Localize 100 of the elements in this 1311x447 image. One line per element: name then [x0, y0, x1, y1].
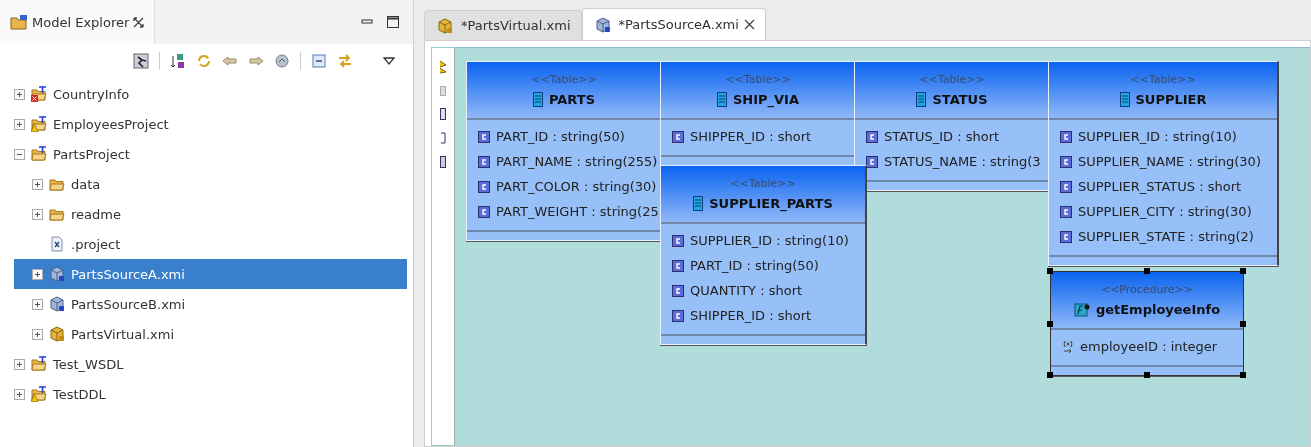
project-icon: [31, 356, 47, 372]
tree-item[interactable]: data: [14, 169, 407, 199]
column-icon: [478, 205, 490, 218]
stereotype-label: <<Table>>: [1130, 73, 1196, 86]
parameter-icon: [1062, 339, 1074, 354]
node-name: SUPPLIER: [1135, 92, 1207, 107]
column-label: STATUS_NAME : string(3: [884, 154, 1041, 169]
view-title: Model Explorer: [32, 14, 130, 30]
tree-item[interactable]: PartsVirtual.xmi: [14, 319, 407, 349]
close-icon[interactable]: [133, 16, 145, 28]
expand-icon[interactable]: [32, 208, 43, 220]
cube-icon: [49, 296, 65, 312]
expand-icon[interactable]: [32, 298, 43, 310]
table-node[interactable]: <<Table>> STATUS STATUS_ID : short STATUS_NAME : string(3: [854, 61, 1051, 191]
select-tool-icon[interactable]: [439, 60, 447, 74]
column-label: SUPPLIER_ID : string(10): [1078, 129, 1237, 144]
project-warning-icon: [31, 116, 47, 132]
tree-item[interactable]: .project: [14, 229, 407, 259]
column-tool-icon[interactable]: [440, 132, 446, 144]
procedure-tool-icon[interactable]: [440, 156, 446, 168]
column-icon: [672, 284, 684, 297]
column-icon: [672, 234, 684, 247]
tree-item[interactable]: CountryInfo: [14, 79, 407, 109]
view-menu-icon[interactable]: [383, 55, 395, 66]
column-icon: [672, 130, 684, 143]
column-label: SHIPPER_ID : short: [690, 129, 812, 144]
expand-icon[interactable]: [32, 328, 43, 340]
table-icon: [532, 92, 543, 107]
tree-item[interactable]: PartsProject: [14, 139, 407, 169]
column-icon: [478, 155, 490, 168]
column-label: SHIPPER_ID : short: [690, 308, 812, 323]
resize-handle[interactable]: [1240, 372, 1246, 378]
table-node[interactable]: <<Table>> SUPPLIER SUPPLIER_ID : string(10) SUPPLIER_NAME : string(30) SUPPLIER_STATUS : short SUPPLIER_CITY : string(30) SUPPLIER_STATE : string(2): [1048, 61, 1279, 266]
node-name: STATUS: [932, 92, 988, 107]
node-name: SUPPLIER_PARTS: [709, 196, 833, 211]
column-icon: [672, 259, 684, 272]
procedure-node[interactable]: <<Procedure>> getEmployeeInfo employeeID : integer: [1050, 271, 1244, 376]
column-label: QUANTITY : short: [690, 283, 803, 298]
resize-handle[interactable]: [1144, 268, 1150, 274]
cube-icon: [437, 17, 453, 34]
resize-handle[interactable]: [1047, 372, 1053, 378]
table-tool-icon[interactable]: [440, 108, 446, 120]
table-node[interactable]: <<Table>> SUPPLIER_PARTS SUPPLIER_ID : string(10) PART_ID : string(50) QUANTITY : short SHIPPER_ID : short: [660, 165, 867, 345]
cube-icon: [49, 326, 65, 342]
column-icon: [478, 130, 490, 143]
table-icon: [716, 92, 727, 107]
resize-handle[interactable]: [1144, 372, 1150, 378]
diagram-canvas[interactable]: [455, 47, 1310, 446]
column-label: STATUS_ID : short: [884, 129, 1000, 144]
resize-handle[interactable]: [1047, 320, 1053, 327]
table-icon: [1119, 92, 1130, 107]
table-node[interactable]: <<Table>> PARTS PART_ID : string(50) PART_NAME : string(255) PART_COLOR : string(30) PART_WEIGHT : string(25: [466, 61, 663, 241]
tree-item[interactable]: TestDDL: [14, 379, 407, 409]
tree-item[interactable]: readme: [14, 199, 407, 229]
file-icon: [49, 236, 65, 252]
column-label: SUPPLIER_ID : string(10): [690, 233, 849, 248]
column-icon: [1060, 155, 1072, 168]
stereotype-label: <<Table>>: [730, 177, 796, 190]
tree-item[interactable]: PartsSourceA.xmi: [14, 259, 407, 289]
node-name: PARTS: [548, 92, 596, 107]
column-label: SUPPLIER_NAME : string(30): [1078, 154, 1261, 169]
project-error-icon: [31, 86, 47, 102]
expand-icon[interactable]: [14, 118, 25, 130]
column-icon: [1060, 130, 1072, 143]
expand-icon[interactable]: [14, 88, 25, 100]
stereotype-label: <<Table>>: [725, 73, 791, 86]
expand-icon[interactable]: [32, 178, 43, 190]
column-label: PART_WEIGHT : string(25: [496, 204, 659, 219]
resize-handle[interactable]: [1240, 320, 1246, 327]
expand-icon[interactable]: [14, 358, 25, 370]
tree-item[interactable]: Test_WSDL: [14, 349, 407, 379]
tree-item[interactable]: PartsSourceB.xmi: [14, 289, 407, 319]
folder-icon: [49, 176, 65, 192]
column-icon: [1060, 205, 1072, 218]
collapse-icon[interactable]: [14, 148, 25, 160]
collapse-all-icon[interactable]: [311, 52, 327, 69]
column-label: SUPPLIER_CITY : string(30): [1078, 204, 1252, 219]
editor-tab[interactable]: *PartsSourceA.xmi: [581, 8, 766, 40]
sort-icon[interactable]: [170, 52, 186, 69]
column-icon: [672, 309, 684, 322]
expand-icon[interactable]: [32, 268, 43, 280]
expand-icon[interactable]: [14, 388, 25, 400]
column-label: employeeID : integer: [1080, 339, 1218, 354]
tree-item[interactable]: EmployeesProject: [14, 109, 407, 139]
editor-tab[interactable]: *PartsVirtual.xmi: [424, 10, 582, 40]
node-name: getEmployeeInfo: [1095, 302, 1221, 317]
stereotype-label: <<Table>>: [531, 73, 597, 86]
cube-icon: [594, 16, 611, 33]
procedure-icon: [1073, 301, 1090, 318]
column-label: PART_ID : string(50): [690, 258, 819, 273]
column-label: PART_ID : string(50): [496, 129, 625, 144]
column-icon: [1060, 180, 1072, 193]
resize-handle[interactable]: [1240, 268, 1246, 274]
maximize-icon[interactable]: [387, 16, 399, 28]
column-label: PART_NAME : string(255): [496, 154, 658, 169]
cube-icon: [49, 266, 65, 282]
resize-handle[interactable]: [1047, 268, 1053, 274]
table-node[interactable]: <<Table>> SHIP_VIA SHIPPER_ID : short: [660, 61, 857, 165]
project-icon: [31, 146, 47, 162]
close-icon[interactable]: [743, 19, 755, 30]
